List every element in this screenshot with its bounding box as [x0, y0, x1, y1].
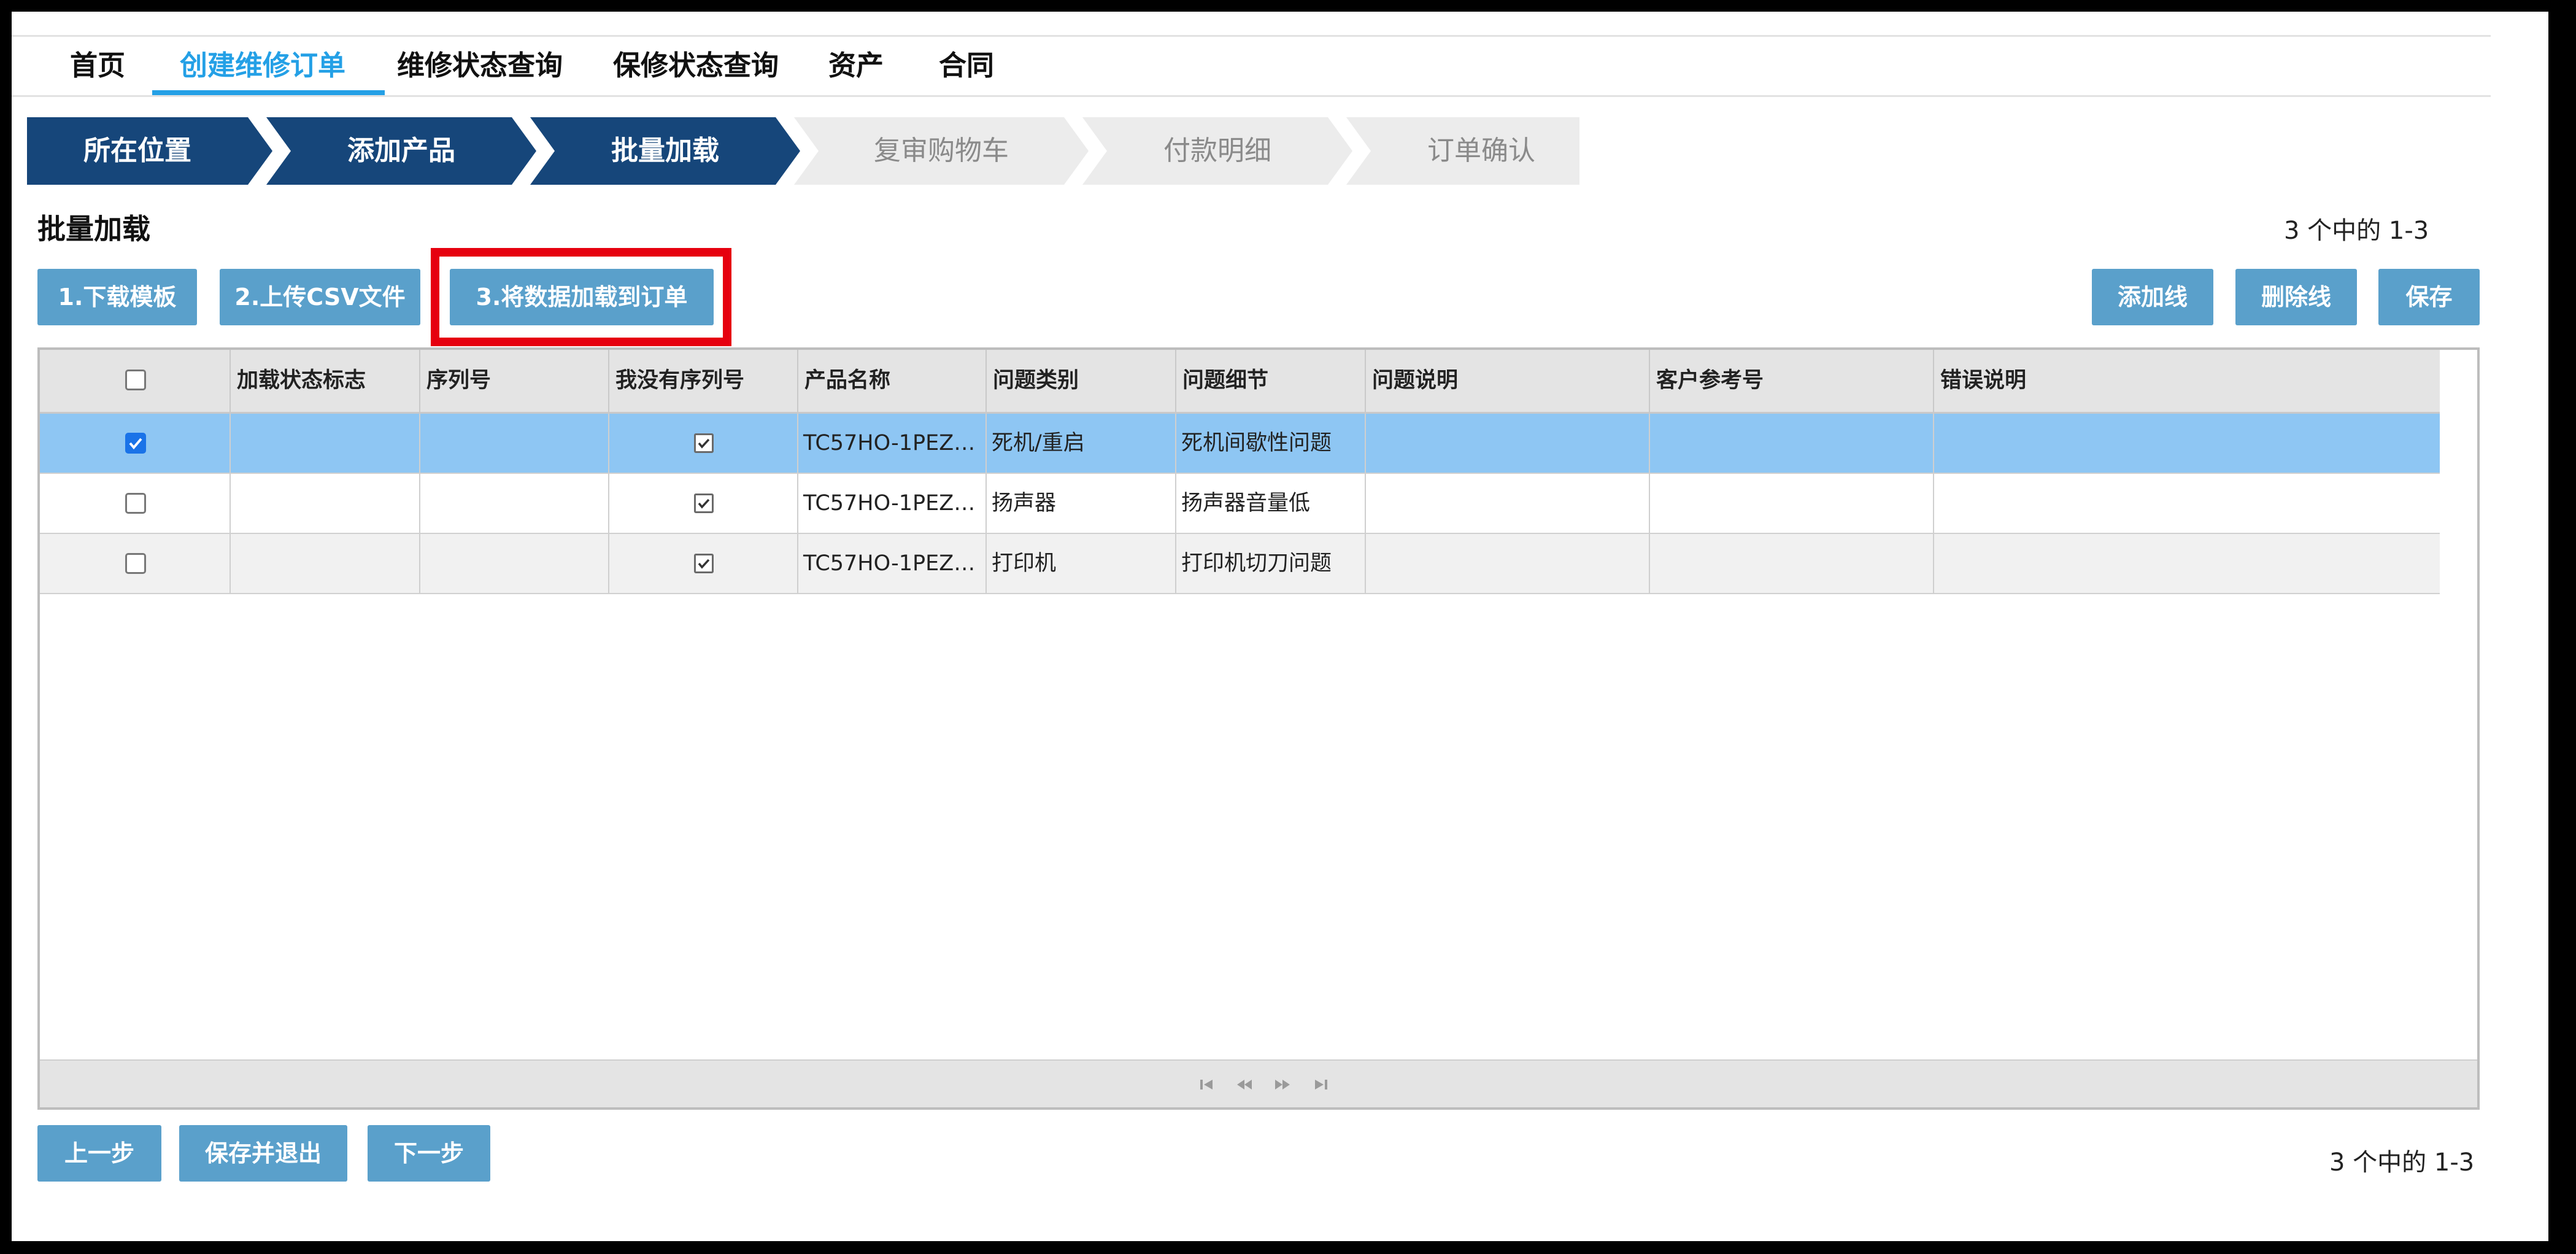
column-header[interactable]: 问题说明 — [1366, 350, 1650, 412]
column-header[interactable]: 问题细节 — [1176, 350, 1366, 412]
wizard-step-label: 付款明细 — [1163, 135, 1271, 166]
wizard-step-review-cart[interactable]: 复审购物车 — [794, 117, 1089, 185]
category-cell[interactable]: 扬声器 — [987, 474, 1176, 533]
column-header[interactable]: 加载状态标志 — [231, 350, 420, 412]
wizard-step-label: 批量加载 — [611, 135, 719, 166]
no-serial-checkbox[interactable] — [694, 493, 714, 513]
detail-cell[interactable]: 死机间歇性问题 — [1176, 414, 1366, 473]
save-and-exit-button[interactable]: 保存并退出 — [179, 1125, 347, 1182]
record-count-bottom: 3 个中的 1-3 — [2329, 1148, 2475, 1177]
serial-cell[interactable] — [420, 534, 609, 593]
nav-bottom-border — [12, 95, 2491, 97]
category-cell[interactable]: 死机/重启 — [987, 414, 1176, 473]
table-row[interactable]: TC57HO-1PEZU... 死机/重启 死机间歇性问题 — [40, 414, 2440, 474]
detail-cell[interactable]: 扬声器音量低 — [1176, 474, 1366, 533]
description-cell[interactable] — [1366, 414, 1650, 473]
row-select-checkbox[interactable] — [125, 493, 146, 514]
detail-cell[interactable]: 打印机切刀问题 — [1176, 534, 1366, 593]
select-all-cell — [40, 350, 231, 412]
page: 首页 创建维修订单 维修状态查询 保修状态查询 资产 合同 所在位置 添加产品 … — [12, 12, 2548, 1241]
nav-repair-status[interactable]: 维修状态查询 — [397, 37, 563, 94]
no-serial-cell — [609, 534, 798, 593]
nav-warranty-status[interactable]: 保修状态查询 — [613, 37, 779, 94]
description-cell[interactable] — [1366, 474, 1650, 533]
row-select-checkbox[interactable] — [125, 553, 146, 574]
product-name-cell[interactable]: TC57HO-1PEZU... — [798, 414, 987, 473]
product-name-cell[interactable]: TC57HO-1PEZU... — [798, 534, 987, 593]
column-header[interactable]: 客户参考号 — [1650, 350, 1934, 412]
next-page-icon[interactable] — [1272, 1074, 1293, 1095]
delete-line-button[interactable]: 删除线 — [2235, 269, 2357, 325]
load-status-cell[interactable] — [231, 414, 420, 473]
description-cell[interactable] — [1366, 534, 1650, 593]
row-select-cell — [40, 474, 231, 533]
wizard-step-label: 所在位置 — [83, 135, 191, 166]
column-header[interactable]: 错误说明 — [1934, 350, 2440, 412]
product-name-cell[interactable]: TC57HO-1PEZU... — [798, 474, 987, 533]
previous-step-button[interactable]: 上一步 — [37, 1125, 161, 1182]
no-serial-cell — [609, 474, 798, 533]
no-serial-checkbox[interactable] — [694, 433, 714, 453]
nav-contracts[interactable]: 合同 — [939, 37, 994, 94]
error-cell — [1934, 474, 2440, 533]
wizard-step-label: 添加产品 — [347, 135, 455, 166]
customer-ref-cell[interactable] — [1650, 534, 1934, 593]
last-page-icon[interactable] — [1310, 1074, 1331, 1095]
category-cell[interactable]: 打印机 — [987, 534, 1176, 593]
customer-ref-cell[interactable] — [1650, 474, 1934, 533]
column-header[interactable]: 产品名称 — [798, 350, 987, 412]
wizard-step-bulk-load[interactable]: 批量加载 — [530, 117, 800, 185]
nav-active-indicator — [152, 90, 385, 95]
upload-csv-button[interactable]: 2.上传CSV文件 — [220, 269, 420, 325]
wizard-step-label: 订单确认 — [1427, 135, 1535, 166]
table-row[interactable]: TC57HO-1PEZU... 打印机 打印机切刀问题 — [40, 534, 2440, 594]
no-serial-checkbox[interactable] — [694, 554, 714, 573]
highlight-annotation — [431, 248, 731, 346]
wizard-step-add-product[interactable]: 添加产品 — [266, 117, 536, 185]
table-row[interactable]: TC57HO-1PEZU... 扬声器 扬声器音量低 — [40, 474, 2440, 534]
add-line-button[interactable]: 添加线 — [2092, 269, 2213, 325]
wizard-step-label: 复审购物车 — [874, 135, 1009, 166]
error-cell — [1934, 414, 2440, 473]
no-serial-cell — [609, 414, 798, 473]
wizard-step-confirm[interactable]: 订单确认 — [1346, 117, 1579, 185]
row-select-cell — [40, 534, 231, 593]
record-count-top: 3 个中的 1-3 — [2284, 217, 2429, 245]
bulk-load-table: 加载状态标志 序列号 我没有序列号 产品名称 问题类别 问题细节 问题说明 客户… — [37, 347, 2480, 1110]
error-cell — [1934, 534, 2440, 593]
page-title: 批量加载 — [37, 212, 150, 246]
column-header[interactable]: 我没有序列号 — [609, 350, 798, 412]
wizard-step-payment[interactable]: 付款明细 — [1082, 117, 1352, 185]
prev-page-icon[interactable] — [1234, 1074, 1255, 1095]
table-header: 加载状态标志 序列号 我没有序列号 产品名称 问题类别 问题细节 问题说明 客户… — [40, 350, 2440, 414]
order-wizard: 所在位置 添加产品 批量加载 复审购物车 付款明细 订单确认 — [27, 117, 1579, 185]
column-header[interactable]: 问题类别 — [987, 350, 1176, 412]
next-step-button[interactable]: 下一步 — [368, 1125, 490, 1182]
nav-home[interactable]: 首页 — [70, 37, 125, 94]
wizard-step-location[interactable]: 所在位置 — [27, 117, 272, 185]
first-page-icon[interactable] — [1197, 1074, 1217, 1095]
load-status-cell[interactable] — [231, 474, 420, 533]
select-all-checkbox[interactable] — [125, 370, 146, 390]
table-pager — [40, 1059, 2477, 1107]
nav-assets[interactable]: 资产 — [828, 37, 884, 94]
row-select-checkbox[interactable] — [125, 433, 146, 454]
download-template-button[interactable]: 1.下载模板 — [37, 269, 197, 325]
column-header[interactable]: 序列号 — [420, 350, 609, 412]
serial-cell[interactable] — [420, 474, 609, 533]
customer-ref-cell[interactable] — [1650, 414, 1934, 473]
load-status-cell[interactable] — [231, 534, 420, 593]
nav-create-repair-order[interactable]: 创建维修订单 — [180, 37, 345, 94]
serial-cell[interactable] — [420, 414, 609, 473]
nav-top-border — [12, 35, 2491, 37]
save-button[interactable]: 保存 — [2378, 269, 2480, 325]
row-select-cell — [40, 414, 231, 473]
